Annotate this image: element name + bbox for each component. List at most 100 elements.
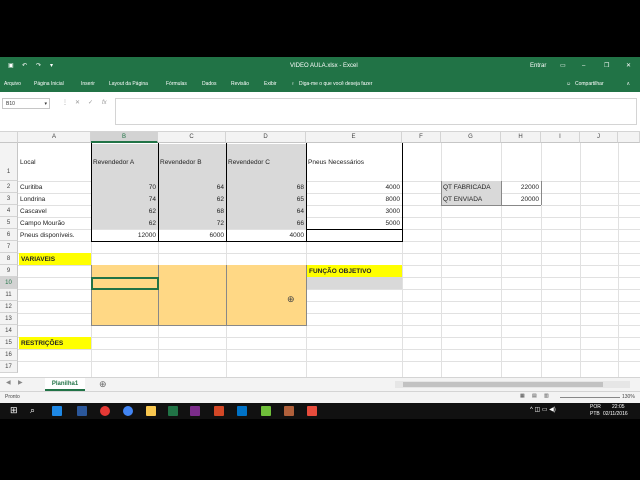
cell-d4[interactable]: 64 [226, 205, 306, 217]
column-header[interactable]: H [501, 132, 541, 143]
cell-h2[interactable]: 22000 [501, 181, 541, 193]
next-sheet-icon[interactable]: ▶ [18, 379, 23, 386]
cell-d3[interactable]: 65 [226, 193, 306, 205]
row-header[interactable]: 3 [0, 193, 18, 205]
cell-e1[interactable]: Pneus Necessários [306, 143, 402, 181]
tab-layout[interactable]: Layout da Página [109, 76, 148, 92]
cell-d1[interactable]: Revendedor C [226, 143, 306, 181]
save-icon[interactable]: ▣ [8, 57, 14, 76]
collapse-ribbon-icon[interactable]: ʌ [627, 76, 630, 92]
input-lang[interactable]: POR [590, 404, 601, 410]
windows-start-icon[interactable]: ⊞ [10, 405, 18, 416]
app-icon[interactable] [284, 406, 294, 416]
app-icon[interactable] [307, 406, 317, 416]
row-header[interactable]: 4 [0, 205, 18, 217]
input-kbd[interactable]: PTB [590, 411, 600, 417]
chrome-alt-icon[interactable] [123, 406, 133, 416]
column-header[interactable]: E [306, 132, 402, 143]
close-icon[interactable]: ✕ [626, 57, 631, 76]
name-box[interactable]: B10 ▾ [2, 98, 50, 109]
clock-time[interactable]: 22:05 [612, 404, 625, 410]
cell-e2[interactable]: 4000 [306, 181, 402, 193]
signin-link[interactable]: Entrar [530, 57, 546, 76]
column-header[interactable]: B [91, 132, 158, 143]
cell-h3[interactable]: 20000 [501, 193, 541, 205]
row-header[interactable]: 17 [0, 361, 18, 373]
label-variaveis[interactable]: VARIAVEIS [19, 253, 91, 265]
column-header[interactable]: G [441, 132, 501, 143]
cell-c5[interactable]: 72 [158, 217, 226, 229]
cell-c3[interactable]: 62 [158, 193, 226, 205]
ribbon-options-icon[interactable]: ▭ [560, 57, 566, 76]
cell-b5[interactable]: 62 [91, 217, 158, 229]
chrome-icon[interactable] [100, 406, 110, 416]
cell-c6[interactable]: 6000 [158, 229, 226, 241]
cell-b1[interactable]: Revendedor A [91, 143, 158, 181]
cell-a4[interactable]: Cascavel [18, 205, 91, 217]
cell-e3[interactable]: 8000 [306, 193, 402, 205]
worksheet-grid[interactable]: A B C D E F G H I J 1 2 3 4 5 6 7 8 9 10… [0, 132, 640, 377]
clock-date[interactable]: 02/11/2016 [603, 411, 628, 417]
edge-icon[interactable] [52, 406, 62, 416]
cell-c1[interactable]: Revendedor B [158, 143, 226, 181]
formula-input[interactable] [115, 98, 637, 125]
file-explorer-icon[interactable] [146, 406, 156, 416]
prev-sheet-icon[interactable]: ◀ [6, 379, 11, 386]
row-header[interactable]: 12 [0, 301, 18, 313]
tab-inserir[interactable]: Inserir [81, 76, 95, 92]
chevron-down-icon[interactable]: ▾ [44, 99, 47, 109]
cell-a2[interactable]: Curitiba [18, 181, 91, 193]
column-header[interactable]: F [402, 132, 441, 143]
tray-icons[interactable]: ^ ◫ ▭ ◀) [530, 406, 556, 413]
row-header[interactable]: 13 [0, 313, 18, 325]
powerpoint-icon[interactable] [214, 406, 224, 416]
row-header[interactable]: 2 [0, 181, 18, 193]
more-icon[interactable]: ⋮ [62, 98, 68, 109]
add-sheet-icon[interactable]: ⊕ [99, 378, 107, 391]
cell-e5[interactable]: 5000 [306, 217, 402, 229]
cell-d2[interactable]: 68 [226, 181, 306, 193]
tab-pagina-inicial[interactable]: Página Inicial [34, 76, 64, 92]
search-icon[interactable]: ⌕ [30, 405, 35, 416]
cell-a3[interactable]: Londrina [18, 193, 91, 205]
cell-g2[interactable]: QT FABRICADA [441, 181, 501, 193]
tab-arquivo[interactable]: Arquivo [4, 76, 21, 92]
tell-me-box[interactable]: Diga-me o que você deseja fazer [299, 76, 372, 92]
row-header[interactable]: 6 [0, 229, 18, 241]
cell-g3[interactable]: QT ENVIADA [441, 193, 501, 205]
cell-a5[interactable]: Campo Mourão [18, 217, 91, 229]
redo-icon[interactable]: ↷ [36, 57, 41, 76]
row-header[interactable]: 16 [0, 349, 18, 361]
cell-a1[interactable]: Local [18, 143, 91, 181]
camtasia-icon[interactable] [261, 406, 271, 416]
column-header[interactable] [618, 132, 640, 143]
insert-function-icon[interactable]: fx [102, 98, 107, 109]
zoom-slider[interactable] [560, 397, 620, 398]
active-cell-b10[interactable] [91, 277, 159, 290]
cell-e4[interactable]: 3000 [306, 205, 402, 217]
qat-more-icon[interactable]: ▾ [50, 57, 53, 76]
label-restricoes[interactable]: RESTRIÇÕES [19, 337, 91, 349]
row-header[interactable]: 9 [0, 265, 18, 277]
cell-d6[interactable]: 4000 [226, 229, 306, 241]
cell-c2[interactable]: 64 [158, 181, 226, 193]
view-break-icon[interactable]: ▥ [544, 393, 549, 399]
row-header[interactable]: 10 [0, 277, 18, 289]
row-header[interactable]: 8 [0, 253, 18, 265]
tab-exibir[interactable]: Exibir [264, 76, 277, 92]
share-button[interactable]: Compartilhar [575, 76, 604, 92]
cell-b4[interactable]: 62 [91, 205, 158, 217]
column-header[interactable]: D [226, 132, 306, 143]
cell-b2[interactable]: 70 [91, 181, 158, 193]
row-header[interactable]: 14 [0, 325, 18, 337]
cell-b6[interactable]: 12000 [91, 229, 158, 241]
label-funcao-objetivo[interactable]: FUNÇÃO OBJETIVO [307, 265, 402, 277]
tab-dados[interactable]: Dados [202, 76, 216, 92]
cell-a6[interactable]: Pneus disponíveis. [18, 229, 91, 241]
column-header[interactable]: A [18, 132, 91, 143]
onenote-icon[interactable] [190, 406, 200, 416]
row-header[interactable]: 7 [0, 241, 18, 253]
cell-b3[interactable]: 74 [91, 193, 158, 205]
tab-planilha1[interactable]: Planilha1 [45, 378, 85, 391]
cell-c4[interactable]: 68 [158, 205, 226, 217]
